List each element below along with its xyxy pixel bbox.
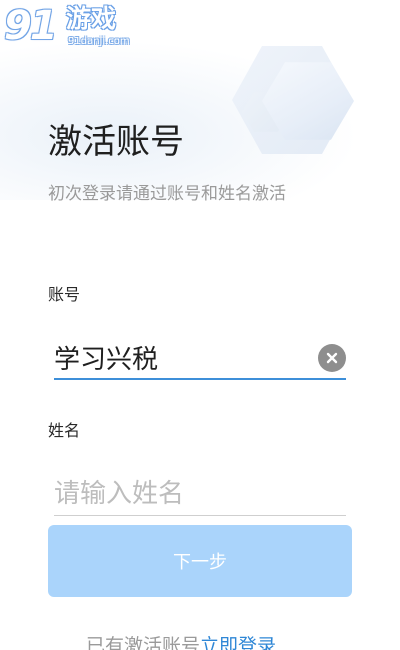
login-prompt-text: 已有激活账号	[86, 635, 201, 650]
site-watermark-logo: 91 游戏 91danji.com	[4, 2, 144, 54]
clear-account-button[interactable]	[318, 344, 346, 372]
account-label: 账号	[48, 285, 81, 304]
login-prompt: 已有激活账号立即登录	[86, 634, 276, 650]
page-subtitle: 初次登录请通过账号和姓名激活	[48, 184, 286, 204]
login-now-link[interactable]: 立即登录	[200, 635, 276, 650]
watermark-domain: 91danji.com	[68, 36, 130, 47]
activation-page: 91 游戏 91danji.com 激活账号 初次登录请通过账号和姓名激活 账号…	[0, 0, 400, 650]
watermark-number: 91	[4, 3, 58, 49]
watermark-name: 游戏	[66, 4, 117, 33]
name-label: 姓名	[48, 421, 81, 440]
next-step-button[interactable]: 下一步	[48, 525, 352, 597]
page-title: 激活账号	[48, 122, 184, 162]
name-field	[54, 472, 346, 516]
clear-icon	[326, 352, 338, 364]
name-input[interactable]	[54, 472, 346, 515]
account-input[interactable]	[54, 336, 346, 378]
account-field	[54, 336, 346, 380]
